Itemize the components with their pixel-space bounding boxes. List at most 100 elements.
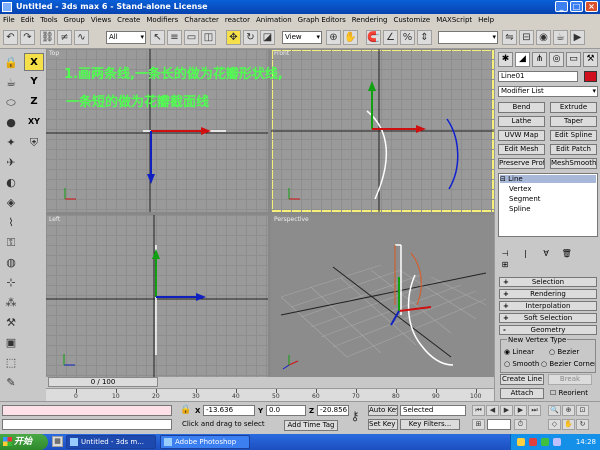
meshsmooth-button[interactable]: MeshSmooth	[550, 158, 597, 169]
create-tab-icon[interactable]: ✱	[498, 52, 513, 67]
spinner-snap-icon[interactable]: ⇕	[417, 30, 432, 45]
select-object-icon[interactable]: ↖	[150, 30, 165, 45]
extrude-icon[interactable]: ⬚	[3, 355, 19, 371]
maxscript-listener-field[interactable]	[2, 405, 172, 416]
track-bar[interactable]: 0 10 20 30 40 50 60 70 80 90 100	[46, 388, 494, 401]
minimize-button[interactable]: _	[555, 1, 568, 12]
current-frame-field[interactable]	[487, 419, 511, 430]
bind-spacewarp-icon[interactable]: ∿	[74, 30, 89, 45]
rollout-interpolation[interactable]: + Interpolation	[499, 301, 597, 311]
script-icon[interactable]: ✎	[3, 375, 19, 391]
sphere-icon[interactable]: ●	[3, 115, 19, 131]
menu-views[interactable]: Views	[91, 14, 111, 27]
undo-icon[interactable]: ↶	[3, 30, 18, 45]
menu-rendering[interactable]: Rendering	[352, 14, 388, 27]
edit-mesh-button[interactable]: Edit Mesh	[498, 144, 545, 155]
key-mode-icon[interactable]: ⊞	[472, 419, 485, 430]
stack-item-line[interactable]: ⊟ Line	[500, 175, 596, 183]
menu-modifiers[interactable]: Modifiers	[146, 14, 178, 27]
lock-icon[interactable]: 🔒	[3, 55, 19, 71]
select-and-rotate-icon[interactable]: ↻	[243, 30, 258, 45]
menu-file[interactable]: File	[3, 14, 15, 27]
named-selection-sets-dropdown[interactable]	[438, 31, 498, 44]
set-key-icon[interactable]: ⚷	[345, 408, 365, 424]
show-end-result-icon[interactable]: |	[519, 249, 533, 260]
teapot-icon[interactable]: ☕	[3, 75, 19, 91]
start-button[interactable]: 开始	[0, 434, 48, 450]
percent-snap-icon[interactable]: %	[400, 30, 415, 45]
time-slider[interactable]: 0 / 100	[48, 377, 158, 387]
y-coordinate-field[interactable]: 0.0	[266, 405, 306, 416]
box-icon[interactable]: ▣	[3, 335, 19, 351]
select-and-scale-icon[interactable]: ◪	[260, 30, 275, 45]
particle-icon[interactable]: ⁂	[3, 295, 19, 311]
key-selection-dropdown[interactable]: Selected	[400, 405, 466, 416]
field-of-view-icon[interactable]: ◇	[548, 419, 561, 430]
viewport-perspective[interactable]: Perspective	[271, 215, 494, 377]
key-icon[interactable]: ⚿	[3, 235, 19, 251]
object-color-swatch[interactable]	[584, 71, 597, 82]
stack-item-segment[interactable]: Segment	[509, 195, 541, 203]
rollout-geometry[interactable]: - Geometry	[499, 325, 597, 335]
material-icon[interactable]: ◐	[3, 175, 19, 191]
menu-customize[interactable]: Customize	[393, 14, 430, 27]
pin-stack-icon[interactable]: ⊣	[498, 249, 512, 260]
radio-bezier[interactable]: ○ Bezier	[549, 348, 579, 356]
material-editor-icon[interactable]: ◉	[536, 30, 551, 45]
mirror-icon[interactable]: ⇋	[502, 30, 517, 45]
menu-reactor[interactable]: reactor	[225, 14, 250, 27]
viewport-front[interactable]: Front	[271, 49, 494, 212]
axis-z-button[interactable]: Z	[24, 93, 44, 111]
tray-icon[interactable]	[529, 438, 537, 446]
modifier-list-dropdown[interactable]: Modifier List	[498, 86, 598, 97]
unlink-icon[interactable]: ≠	[57, 30, 72, 45]
maximize-button[interactable]: □	[570, 1, 583, 12]
axis-x-button[interactable]: X	[24, 53, 44, 71]
display-tab-icon[interactable]: ▭	[566, 52, 581, 67]
tray-icon[interactable]	[541, 438, 549, 446]
stack-item-vertex[interactable]: Vertex	[509, 185, 532, 193]
align-icon[interactable]: ⊟	[519, 30, 534, 45]
configure-sets-icon[interactable]: ⊞	[498, 260, 512, 271]
cylinder-icon[interactable]: ⬭	[3, 95, 19, 111]
attach-button[interactable]: Attach	[500, 388, 544, 399]
menu-tools[interactable]: Tools	[40, 14, 57, 27]
modifier-icon[interactable]: ◈	[3, 195, 19, 211]
select-by-name-icon[interactable]: ≡	[167, 30, 182, 45]
reorient-checkbox[interactable]: ☐ Reorient	[550, 389, 588, 397]
time-config-icon[interactable]: ⏱	[514, 419, 527, 430]
menu-group[interactable]: Group	[64, 14, 85, 27]
object-name-field[interactable]: Line01	[498, 71, 578, 82]
edit-patch-button[interactable]: Edit Patch	[550, 144, 597, 155]
menu-help[interactable]: Help	[478, 14, 494, 27]
zoom-all-icon[interactable]: ⊕	[562, 405, 575, 416]
menu-maxscript[interactable]: MAXScript	[436, 14, 472, 27]
lathe-button[interactable]: Lathe	[498, 116, 545, 127]
quick-render-icon[interactable]: ▶	[570, 30, 585, 45]
close-button[interactable]: ×	[585, 1, 598, 12]
create-line-button[interactable]: Create Line	[500, 374, 544, 385]
task-photoshop[interactable]: Adobe Photoshop	[160, 435, 250, 449]
preserve-profile-button[interactable]: Preserve Profile	[498, 158, 545, 169]
selection-lock-icon[interactable]: ⛨	[26, 135, 42, 151]
axis-y-button[interactable]: Y	[24, 73, 44, 91]
bend-button[interactable]: Bend	[498, 102, 545, 113]
menu-graph-editors[interactable]: Graph Editors	[298, 14, 346, 27]
taper-button[interactable]: Taper	[550, 116, 597, 127]
volume-icon[interactable]	[553, 438, 561, 446]
link-icon[interactable]: ⛓	[40, 30, 55, 45]
show-desktop-icon[interactable]: ▦	[52, 436, 63, 447]
play-icon[interactable]: ▶	[500, 405, 513, 416]
rollout-soft-selection[interactable]: + Soft Selection	[499, 313, 597, 323]
render-icon[interactable]: ◍	[3, 255, 19, 271]
remove-modifier-icon[interactable]: 🗑	[560, 249, 574, 260]
stack-item-spline[interactable]: Spline	[509, 205, 531, 213]
rollout-selection[interactable]: + Selection	[499, 277, 597, 287]
zoom-icon[interactable]: 🔍	[548, 405, 561, 416]
selection-lock-toggle-icon[interactable]: 🔒	[180, 404, 192, 416]
redo-icon[interactable]: ↷	[20, 30, 35, 45]
set-key-button[interactable]: Set Key	[368, 419, 398, 430]
weld-icon[interactable]: ⚒	[3, 315, 19, 331]
task-3dsmax[interactable]: Untitled - 3ds m...	[66, 435, 156, 449]
go-to-end-icon[interactable]: ⏭	[528, 405, 541, 416]
